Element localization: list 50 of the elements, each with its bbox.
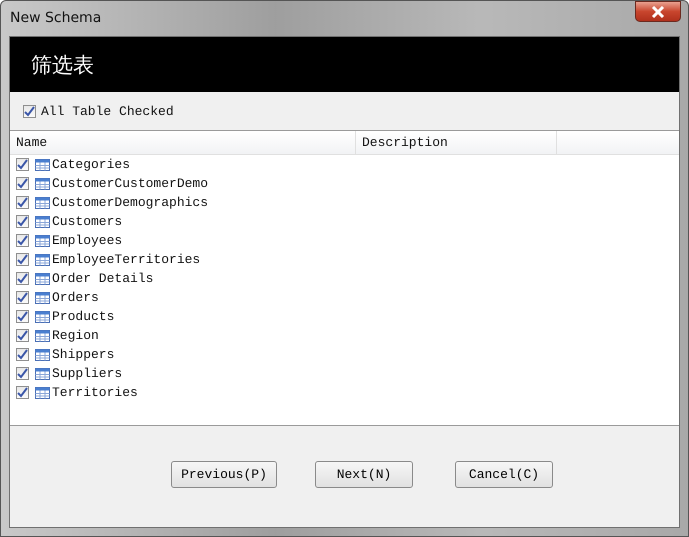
table-icon	[35, 272, 50, 284]
table-name: Customers	[52, 214, 122, 229]
table-name: CustomerCustomerDemo	[52, 176, 208, 191]
checkbox[interactable]	[23, 104, 36, 118]
table-icon	[35, 216, 50, 228]
column-header[interactable]: Description	[356, 131, 557, 154]
table-name: Employees	[52, 233, 122, 248]
window-title: New Schema	[10, 10, 102, 26]
table-name: Categories	[52, 157, 130, 172]
checkbox[interactable]	[16, 310, 29, 323]
checkbox[interactable]	[16, 177, 29, 190]
table-name: Shippers	[52, 347, 114, 362]
checkbox[interactable]	[16, 329, 29, 342]
dialog-button[interactable]: Next(N)	[315, 461, 413, 488]
checkbox[interactable]	[16, 386, 29, 399]
checkbox[interactable]	[16, 253, 29, 266]
checkbox[interactable]	[16, 291, 29, 304]
header-title: 筛选表	[31, 52, 94, 78]
table-name: EmployeeTerritories	[52, 252, 200, 267]
column-header[interactable]: Name	[10, 131, 356, 154]
checkbox[interactable]	[16, 158, 29, 171]
table-icon	[35, 234, 50, 246]
dialog-button[interactable]: Previous(P)	[171, 461, 277, 488]
table-name: CustomerDemographics	[52, 195, 208, 210]
checkbox[interactable]	[16, 196, 29, 209]
checkbox-label: All Table Checked	[41, 104, 174, 118]
checkbox[interactable]	[16, 215, 29, 228]
table-icon	[35, 158, 50, 170]
table-icon	[35, 330, 50, 342]
close-button[interactable]	[635, 1, 681, 22]
table-icon	[35, 292, 50, 304]
table-name: Territories	[52, 385, 138, 400]
table-name: Products	[52, 309, 114, 324]
table-name: Orders	[52, 290, 99, 305]
close-icon	[650, 6, 666, 18]
table-icon	[35, 310, 50, 322]
table-icon	[35, 254, 50, 266]
table-name: Suppliers	[52, 366, 122, 381]
checkbox[interactable]	[16, 272, 29, 285]
table-name: Region	[52, 328, 99, 343]
table-icon	[35, 386, 50, 398]
checkbox[interactable]	[16, 348, 29, 361]
table-icon	[35, 178, 50, 190]
table-icon	[35, 368, 50, 380]
table-icon	[35, 348, 50, 360]
table-name: Order Details	[52, 271, 154, 286]
table-icon	[35, 196, 50, 208]
dialog-button[interactable]: Cancel(C)	[455, 461, 553, 488]
checkbox[interactable]	[16, 234, 29, 247]
checkbox[interactable]	[16, 367, 29, 380]
